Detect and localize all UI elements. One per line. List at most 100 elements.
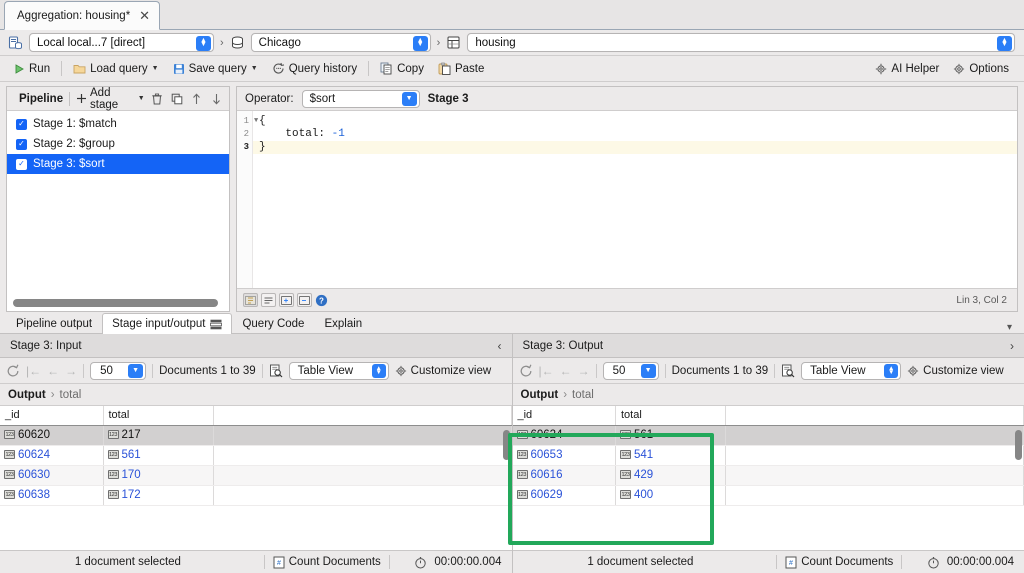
chevron-updown-icon[interactable]: ▲▼ (997, 36, 1012, 51)
column-header-total[interactable]: total (616, 406, 726, 425)
pipeline-stage-1[interactable]: ✓ Stage 1: $match (7, 114, 229, 134)
collection-combo[interactable]: housing ▲▼ (467, 33, 1015, 52)
customize-view-button[interactable]: Customize view (907, 365, 1004, 377)
paste-button[interactable]: Paste (431, 59, 491, 79)
previous-page-icon[interactable]: ← (560, 364, 572, 378)
first-page-icon[interactable]: |← (26, 364, 41, 378)
customize-view-button[interactable]: Customize view (395, 365, 492, 377)
stage-output-grid[interactable]: _id total 12360624 123561 12360653 12354… (513, 406, 1024, 550)
stage-code-editor[interactable]: 1 2 3 ▼ { total: -1 } (237, 111, 1017, 288)
table-row[interactable]: 12360638 123172 (0, 485, 511, 505)
help-icon[interactable]: ? (315, 294, 328, 307)
next-page-icon[interactable]: → (65, 364, 77, 378)
chevron-down-icon[interactable]: ▼ (128, 364, 143, 378)
column-header-id[interactable]: _id (0, 406, 103, 425)
vertical-scrollbar-thumb[interactable] (503, 430, 510, 460)
chevron-down-icon[interactable]: ▼ (641, 364, 656, 378)
pipeline-hscrollbar[interactable] (7, 297, 229, 311)
table-row[interactable]: 12360653 123541 (513, 445, 1024, 465)
first-page-icon[interactable]: |← (539, 364, 554, 378)
cell-total[interactable]: 123561 (616, 425, 726, 445)
chevron-down-icon[interactable]: ▼ (152, 65, 159, 72)
close-icon[interactable]: ✕ (139, 9, 150, 22)
cell-id[interactable]: 12360629 (513, 485, 616, 505)
refresh-icon[interactable] (6, 364, 20, 378)
copy-button[interactable]: Copy (373, 59, 431, 79)
table-row[interactable]: 12360630 123170 (0, 465, 511, 485)
find-in-documents-icon[interactable] (781, 364, 795, 378)
stage-checkbox[interactable]: ✓ (16, 159, 27, 170)
run-button[interactable]: Run (6, 59, 57, 79)
ai-helper-button[interactable]: AI Helper (868, 59, 946, 79)
delete-stage-button[interactable] (151, 91, 165, 106)
collapse-all-icon[interactable] (297, 293, 312, 307)
breadcrumb-root[interactable]: Output (8, 389, 46, 401)
stage-checkbox[interactable]: ✓ (16, 139, 27, 150)
pipeline-stage-list[interactable]: ✓ Stage 1: $match ✓ Stage 2: $group ✓ St… (7, 111, 229, 297)
refresh-icon[interactable] (519, 364, 533, 378)
chevron-down-icon[interactable]: ▼ (251, 65, 258, 72)
options-button[interactable]: Options (946, 59, 1016, 79)
breadcrumb-root[interactable]: Output (521, 389, 559, 401)
chevron-down-icon[interactable]: ▼ (402, 92, 417, 106)
tab-stage-input-output[interactable]: Stage input/output (102, 313, 232, 334)
table-row[interactable]: 12360616 123429 (513, 465, 1024, 485)
server-combo[interactable]: Local local...7 [direct] ▲▼ (29, 33, 214, 52)
pipeline-stage-2[interactable]: ✓ Stage 2: $group (7, 134, 229, 154)
operator-combo[interactable]: $sort ▼ (302, 90, 420, 108)
previous-page-icon[interactable]: ← (47, 364, 59, 378)
column-header-id[interactable]: _id (513, 406, 616, 425)
vertical-scrollbar-thumb[interactable] (1015, 430, 1022, 460)
pipeline-stage-3[interactable]: ✓ Stage 3: $sort (7, 154, 229, 174)
tab-pipeline-output[interactable]: Pipeline output (6, 313, 102, 334)
next-page-icon[interactable]: → (578, 364, 590, 378)
cell-id[interactable]: 12360616 (513, 465, 616, 485)
tab-explain[interactable]: Explain (314, 313, 372, 334)
chevron-right-icon[interactable]: › (1010, 339, 1014, 353)
cell-id[interactable]: 12360638 (0, 485, 103, 505)
scroll-thumb[interactable] (13, 299, 218, 307)
page-size-combo[interactable]: 50 ▼ (90, 362, 146, 380)
column-header-total[interactable]: total (103, 406, 213, 425)
view-mode-combo[interactable]: Table View ▲▼ (801, 362, 901, 380)
breadcrumb-field[interactable]: total (60, 389, 82, 401)
move-stage-down-button[interactable] (209, 91, 223, 106)
duplicate-stage-button[interactable] (170, 91, 184, 106)
table-row[interactable]: 12360624 123561 (513, 425, 1024, 445)
chevron-updown-icon[interactable]: ▲▼ (372, 364, 386, 378)
format-code-icon[interactable] (243, 293, 258, 307)
chevron-updown-icon[interactable]: ▲▼ (413, 36, 428, 51)
database-combo[interactable]: Chicago ▲▼ (251, 33, 431, 52)
stage-checkbox[interactable]: ✓ (16, 119, 27, 130)
cell-total[interactable]: 123400 (616, 485, 726, 505)
table-row[interactable]: 12360620 123217 (0, 425, 511, 445)
view-mode-combo[interactable]: Table View ▲▼ (289, 362, 389, 380)
stage-input-grid[interactable]: _id total 12360620 123217 12360624 12356… (0, 406, 512, 550)
add-stage-button[interactable]: Add stage ▼ (76, 87, 145, 111)
breadcrumb-field[interactable]: total (572, 389, 594, 401)
table-row[interactable]: 12360629 123400 (513, 485, 1024, 505)
count-documents-button[interactable]: # Count Documents (785, 556, 893, 569)
cell-id[interactable]: 12360630 (0, 465, 103, 485)
cell-total[interactable]: 123170 (103, 465, 213, 485)
cell-id[interactable]: 12360624 (513, 425, 616, 445)
cell-total[interactable]: 123541 (616, 445, 726, 465)
expand-all-icon[interactable] (279, 293, 294, 307)
cell-total[interactable]: 123561 (103, 445, 213, 465)
find-in-documents-icon[interactable] (269, 364, 283, 378)
chevron-down-icon[interactable]: ▾ (1007, 322, 1012, 333)
move-stage-up-button[interactable] (190, 91, 204, 106)
cell-id[interactable]: 12360624 (0, 445, 103, 465)
tab-query-code[interactable]: Query Code (232, 313, 314, 334)
cell-total[interactable]: 123429 (616, 465, 726, 485)
cell-total[interactable]: 123217 (103, 425, 213, 445)
chevron-left-icon[interactable]: ‹ (498, 339, 502, 353)
count-documents-button[interactable]: # Count Documents (273, 556, 381, 569)
chevron-updown-icon[interactable]: ▲▼ (196, 36, 211, 51)
save-query-button[interactable]: Save query ▼ (166, 59, 265, 79)
cell-id[interactable]: 12360620 (0, 425, 103, 445)
code-lines[interactable]: ▼ { total: -1 } (253, 111, 1017, 288)
query-history-button[interactable]: Query history (265, 59, 364, 79)
cell-total[interactable]: 123172 (103, 485, 213, 505)
wrap-lines-icon[interactable] (261, 293, 276, 307)
